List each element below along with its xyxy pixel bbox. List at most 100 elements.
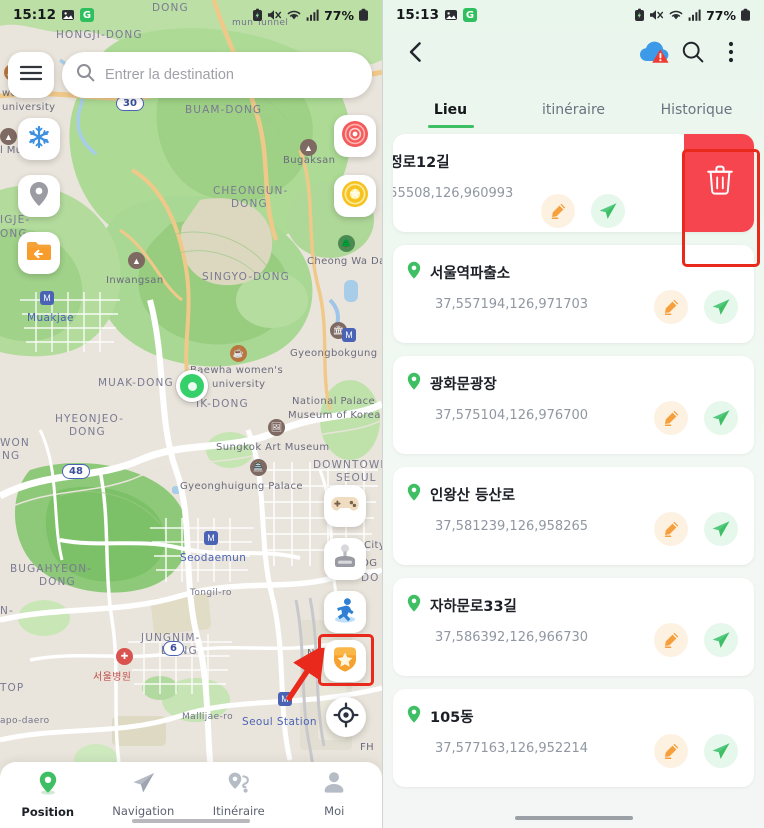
status-left: 15:13 G: [396, 7, 477, 23]
overflow-menu-button[interactable]: [712, 35, 750, 73]
map-poi-icon[interactable]: ▲: [300, 139, 317, 156]
map-poi-icon[interactable]: 🖼: [268, 419, 285, 436]
place-pin-icon: [407, 372, 421, 395]
status-left: 15:12 G: [13, 7, 94, 23]
map-hospital-icon[interactable]: ✚: [116, 648, 133, 665]
radar-button[interactable]: [334, 115, 376, 157]
hamburger-menu-button[interactable]: [8, 52, 54, 98]
nav-label-moi: Moi: [324, 804, 345, 818]
nav-item-position[interactable]: Position: [0, 770, 96, 819]
list-item[interactable]: 기정로12길 555508,126,960993: [393, 134, 754, 232]
folder-back-button[interactable]: [18, 232, 60, 274]
map-transit-icon[interactable]: M: [278, 692, 292, 706]
list-item[interactable]: 서울역파출소 37,557194,126,971703: [393, 245, 754, 343]
nav-label-navigation: Navigation: [112, 804, 175, 818]
map-poi-icon[interactable]: 🏯: [250, 459, 267, 476]
edit-place-button[interactable]: [541, 194, 575, 228]
map-transit-icon[interactable]: M: [204, 531, 218, 545]
battery-saver-icon: [252, 8, 263, 22]
places-list: 기정로12길 555508,126,960993: [383, 128, 764, 787]
edit-place-button[interactable]: [654, 290, 688, 324]
edit-place-button[interactable]: [654, 401, 688, 435]
grey-pin-button[interactable]: [18, 175, 60, 217]
image-icon: [61, 8, 75, 22]
place-pin-icon: [407, 705, 421, 728]
navigate-to-place-button[interactable]: [704, 623, 738, 657]
grammarly-g-icon: G: [462, 8, 477, 22]
runner-icon: [330, 596, 360, 629]
grammarly-g-icon: G: [79, 8, 94, 22]
battery-icon: [740, 8, 751, 22]
list-item[interactable]: 105동 37,577163,126,952214: [393, 689, 754, 787]
map-poi-icon[interactable]: 🌲: [338, 235, 355, 252]
pencil-icon: [664, 743, 679, 759]
star-badge-icon: [330, 644, 360, 679]
list-item-header: 광화문광장: [407, 372, 740, 395]
list-item-header: 기정로12길: [393, 150, 683, 173]
list-item-content: 기정로12길 555508,126,960993: [393, 150, 683, 228]
runner-button[interactable]: [324, 591, 366, 633]
tab-label: Lieu: [433, 102, 468, 118]
search-row: Entrer la destination: [8, 52, 372, 98]
back-button[interactable]: [397, 35, 435, 73]
cloud-warning-button[interactable]: [636, 35, 674, 73]
snowflake-button[interactable]: [18, 118, 60, 160]
nav-item-itineraire[interactable]: Itinéraire: [191, 770, 287, 818]
navigate-to-place-button[interactable]: [704, 401, 738, 435]
map-screen: DONG HONGJI-DONG mun Tunnel BUAM-DONG Bugaks…: [0, 0, 382, 828]
edit-place-button[interactable]: [654, 623, 688, 657]
list-item-actions: [654, 734, 738, 768]
search-placeholder: Entrer la destination: [105, 67, 234, 83]
navigate-to-place-button[interactable]: [704, 512, 738, 546]
send-arrow-icon: [599, 203, 617, 219]
tab-historique[interactable]: Historique: [635, 101, 758, 128]
list-item[interactable]: 인왕산 등산로 37,581239,126,958265: [393, 467, 754, 565]
nav-label-position: Position: [21, 805, 75, 819]
star-badge-button[interactable]: [324, 640, 366, 682]
route-shield: 48: [62, 464, 90, 479]
back-chevron-icon: [406, 41, 426, 68]
nav-item-navigation[interactable]: Navigation: [96, 770, 192, 818]
place-title: 광화문광장: [430, 377, 497, 393]
map-poi-icon[interactable]: ▲: [128, 252, 145, 269]
overflow-menu-icon: [728, 41, 734, 68]
list-item[interactable]: 광화문광장 37,575104,126,976700: [393, 356, 754, 454]
pencil-icon: [664, 521, 679, 537]
signal-icon: [306, 8, 319, 22]
navigate-to-place-button[interactable]: [704, 734, 738, 768]
gamepad-icon: [330, 492, 360, 521]
gamepad-button[interactable]: [324, 485, 366, 527]
edit-place-button[interactable]: [654, 512, 688, 546]
locate-button[interactable]: [326, 697, 366, 737]
joystick-button[interactable]: [324, 538, 366, 580]
search-input[interactable]: Entrer la destination: [62, 52, 372, 98]
navigate-to-place-button[interactable]: [704, 290, 738, 324]
tab-bar: Lieu itinéraire Historique: [383, 78, 764, 128]
tab-itineraire[interactable]: itinéraire: [512, 101, 635, 128]
left-status-bar: 15:12 G 77%: [0, 0, 382, 30]
map-poi-icon[interactable]: ▲: [0, 128, 17, 145]
nav-item-moi[interactable]: Moi: [287, 770, 383, 818]
navigate-to-place-button[interactable]: [591, 194, 625, 228]
search-button[interactable]: [674, 35, 712, 73]
delete-place-button[interactable]: [684, 134, 754, 232]
radar-icon: [340, 119, 370, 154]
map-transit-icon[interactable]: M: [342, 328, 356, 342]
battery-percentage: 77%: [324, 7, 354, 23]
place-title: 기정로12길: [393, 155, 450, 171]
place-title: 105동: [430, 710, 474, 726]
map-poi-icon[interactable]: ☕: [230, 345, 247, 362]
mute-icon: [267, 8, 282, 22]
list-item-actions: [654, 623, 738, 657]
wifi-icon: [286, 8, 302, 22]
tab-lieu[interactable]: Lieu: [389, 101, 512, 128]
map-transit-icon[interactable]: M: [40, 291, 54, 305]
place-title: 서울역파출소: [430, 266, 511, 282]
list-item-actions: [654, 512, 738, 546]
gold-compass-button[interactable]: [334, 175, 376, 217]
gold-compass-icon: [340, 179, 370, 214]
place-pin-icon: [407, 594, 421, 617]
list-item[interactable]: 자하문로33길 37,586392,126,966730: [393, 578, 754, 676]
edit-place-button[interactable]: [654, 734, 688, 768]
route-pins-icon: [226, 770, 252, 800]
